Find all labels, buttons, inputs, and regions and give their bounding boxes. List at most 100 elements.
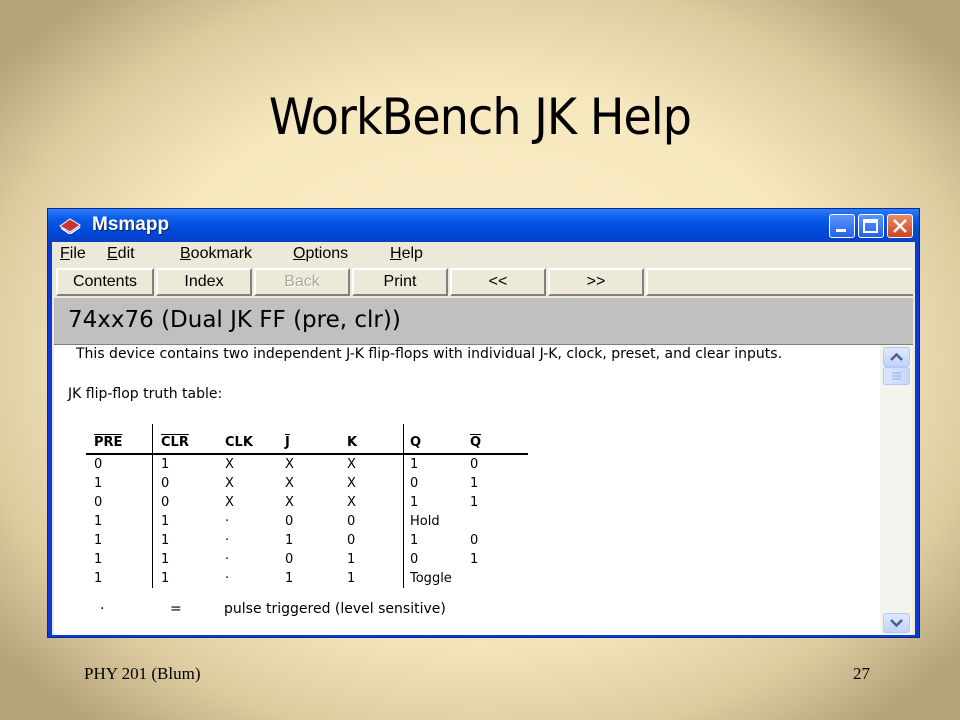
col-header-clr: CLR (161, 435, 189, 450)
table-cell: 1 (410, 533, 419, 548)
table-cell: X (225, 495, 234, 510)
table-cell: 1 (410, 457, 419, 472)
table-cell: 0 (410, 476, 419, 491)
back-button[interactable]: Back (254, 268, 350, 296)
window-title: Msmapp (92, 214, 170, 235)
col-header-pre: PRE (94, 435, 123, 450)
table-cell: · (225, 533, 230, 548)
close-button[interactable] (887, 214, 913, 238)
table-cell: · (225, 514, 230, 529)
col-header-k: K (347, 435, 358, 450)
slide-title: WorkBench JK Help (268, 88, 692, 146)
index-button[interactable]: Index (156, 268, 252, 296)
table-cell: 1 (470, 552, 479, 567)
table-row: 01XXX10 (86, 454, 528, 474)
menu-options[interactable]: Options (293, 245, 348, 263)
book-icon[interactable] (58, 216, 82, 235)
table-cell: 0 (410, 552, 419, 567)
next-topic-button[interactable]: >> (548, 268, 644, 296)
table-cell: 1 (94, 571, 103, 586)
table-cell: 0 (94, 457, 103, 472)
slide-page-number: 27 (853, 664, 870, 683)
col-header-q: Q (410, 435, 422, 450)
table-cell: 1 (94, 533, 103, 548)
table-cell: 1 (94, 476, 103, 491)
table-cell: 1 (470, 495, 479, 510)
table-row: 1 1 · 0 1 0 1 (86, 550, 528, 569)
table-cell: 1 (94, 552, 103, 567)
contents-button[interactable]: Contents (56, 268, 154, 296)
window-titlebar[interactable]: Msmapp (48, 209, 919, 242)
help-window: Msmapp File Edit Bookmark Options Help C… (47, 208, 920, 638)
table-cell: 0 (470, 533, 479, 548)
table-cell: 0 (285, 514, 294, 529)
table-cell: 0 (285, 552, 294, 567)
minimize-icon (836, 229, 846, 232)
col-header-clk: CLK (225, 435, 253, 450)
table-cell: 0 (152, 474, 225, 493)
table-cell: 0 (94, 495, 103, 510)
chevron-up-icon (890, 352, 903, 361)
table-cell (470, 569, 528, 588)
table-cell: 1 (94, 514, 103, 529)
legend-text: pulse triggered (level sensitive) (224, 601, 446, 617)
table-cell: 1 (470, 476, 479, 491)
table-cell: X (225, 476, 234, 491)
minimize-button[interactable] (829, 214, 855, 238)
col-header-q-bar: Q (470, 435, 482, 450)
topic-header: 74xx76 (Dual JK FF (pre, clr)) (54, 298, 913, 345)
table-row: 1 1 · 0 0 Hold (86, 512, 528, 531)
truth-table-label: JK flip-flop truth table: (68, 386, 223, 402)
table-cell: Hold (410, 514, 440, 529)
slide-footer-course: PHY 201 (Blum) (84, 664, 201, 683)
table-cell: 0 (152, 493, 225, 512)
table-cell: 1 (152, 531, 225, 550)
table-cell: X (347, 474, 404, 493)
previous-topic-button[interactable]: << (450, 268, 546, 296)
table-cell: 1 (347, 550, 404, 569)
maximize-icon (863, 219, 878, 233)
print-button[interactable]: Print (352, 268, 448, 296)
table-cell: X (347, 454, 404, 474)
table-cell: X (285, 495, 294, 510)
legend-symbol: · (100, 601, 105, 617)
table-cell: 1 (152, 569, 225, 588)
table-cell: X (285, 476, 294, 491)
table-cell (470, 512, 528, 531)
table-cell: 1 (410, 495, 419, 510)
table-cell: 1 (152, 512, 225, 531)
grip-icon (892, 372, 901, 380)
menu-bookmark[interactable]: Bookmark (180, 245, 252, 263)
table-cell: Toggle (410, 571, 452, 586)
chevron-down-icon (890, 619, 903, 628)
table-cell: · (225, 552, 230, 567)
col-header-j: J (285, 435, 290, 450)
table-cell: 1 (285, 533, 294, 548)
table-row: 1 1 · 1 1 Toggle (86, 569, 528, 588)
window-client: File Edit Bookmark Options Help Contents… (52, 242, 915, 635)
close-icon (893, 219, 907, 233)
scroll-up-button[interactable] (883, 347, 910, 367)
vertical-scrollbar[interactable] (880, 345, 913, 635)
scroll-down-button[interactable] (883, 613, 910, 633)
maximize-button[interactable] (858, 214, 884, 238)
legend-equals: = (170, 601, 182, 617)
table-cell: 1 (285, 571, 294, 586)
menu-bar: File Edit Bookmark Options Help (52, 242, 915, 266)
menu-help[interactable]: Help (390, 245, 423, 263)
help-toolbar: Contents Index Back Print << >> (54, 268, 913, 298)
table-cell: X (225, 457, 234, 472)
menu-file[interactable]: File (60, 245, 86, 263)
table-cell: X (285, 457, 294, 472)
table-row: 10XXX01 (86, 474, 528, 493)
device-description: This device contains two independent J-K… (76, 346, 783, 362)
table-cell: 0 (470, 457, 479, 472)
table-cell: · (225, 571, 230, 586)
truth-table: PRE CLR CLK J K Q Q 01XXX10 10XXX01 00XX… (86, 424, 528, 588)
menu-edit[interactable]: Edit (107, 245, 135, 263)
scroll-thumb[interactable] (883, 367, 910, 385)
table-cell: 1 (347, 569, 404, 588)
table-cell: 1 (152, 454, 225, 474)
table-row: 00XXX11 (86, 493, 528, 512)
table-header-row: PRE CLR CLK J K Q Q (86, 424, 528, 455)
